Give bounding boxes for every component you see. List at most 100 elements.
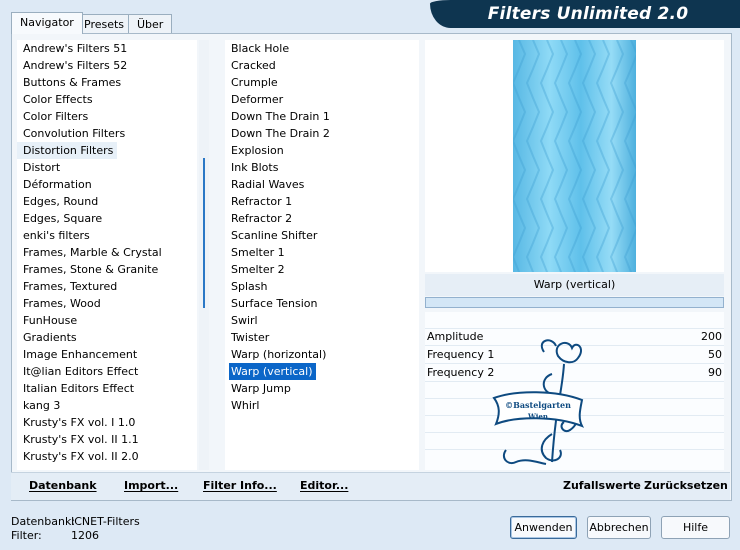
- filter-item-label: Ink Blots: [231, 161, 279, 174]
- filter-item-label: Down The Drain 1: [231, 110, 330, 123]
- category-list-item[interactable]: Convolution Filters: [17, 125, 125, 142]
- tab-uber[interactable]: Über: [128, 14, 173, 33]
- filter-list-item[interactable]: Refractor 2: [225, 210, 292, 227]
- category-list-item[interactable]: Krusty's FX vol. II 2.0: [17, 448, 139, 465]
- filter-list-item[interactable]: Scanline Shifter: [225, 227, 317, 244]
- watermark-text-line1: ©Bastelgarten: [505, 400, 571, 410]
- category-item-label: kang 3: [23, 399, 61, 412]
- filter-list-item[interactable]: Crumple: [225, 74, 278, 91]
- apply-button[interactable]: Anwenden: [510, 516, 577, 539]
- category-item-label: Edges, Square: [23, 212, 103, 225]
- tab-presets[interactable]: Presets: [75, 14, 134, 33]
- filter-info-button[interactable]: Filter Info...: [203, 479, 277, 492]
- category-list-item[interactable]: Image Enhancement: [17, 346, 137, 363]
- category-list-item[interactable]: Buttons & Frames: [17, 74, 121, 91]
- category-list-item[interactable]: Color Effects: [17, 91, 93, 108]
- filter-item-label: Warp Jump: [231, 382, 291, 395]
- category-item-label: FunHouse: [23, 314, 78, 327]
- category-list-item[interactable]: It@lian Editors Effect: [17, 363, 138, 380]
- database-button[interactable]: Datenbank: [29, 479, 97, 492]
- category-list-item[interactable]: Edges, Round: [17, 193, 98, 210]
- param-value[interactable]: 90: [708, 364, 722, 381]
- category-list-item[interactable]: FunHouse: [17, 312, 77, 329]
- filter-item-label: Crumple: [231, 76, 278, 89]
- reset-button[interactable]: Zurücksetzen: [644, 479, 728, 492]
- category-item-label: Andrew's Filters 52: [23, 59, 128, 72]
- filter-list-item[interactable]: Twister: [225, 329, 269, 346]
- filter-list-item[interactable]: Explosion: [225, 142, 284, 159]
- category-scrollbar-thumb[interactable]: [203, 158, 205, 308]
- filter-item-label: Scanline Shifter: [231, 229, 318, 242]
- filter-list-item[interactable]: Surface Tension: [225, 295, 317, 312]
- filter-list-item[interactable]: Swirl: [225, 312, 258, 329]
- filter-item-label: Cracked: [231, 59, 276, 72]
- category-item-label: Gradients: [23, 331, 77, 344]
- filter-list-item[interactable]: Warp (horizontal): [225, 346, 326, 363]
- category-list-item[interactable]: Distortion Filters: [17, 142, 118, 159]
- param-label: Frequency 2: [427, 366, 495, 379]
- category-item-label: Color Filters: [23, 110, 89, 123]
- category-list-item[interactable]: Frames, Wood: [17, 295, 101, 312]
- random-values-button[interactable]: Zufallswerte: [563, 479, 641, 492]
- filter-list-item[interactable]: Whirl: [225, 397, 259, 414]
- filter-list-item[interactable]: Warp Jump: [225, 380, 291, 397]
- filter-list-item[interactable]: Black Hole: [225, 40, 289, 57]
- category-item-label: Krusty's FX vol. II 1.1: [23, 433, 139, 446]
- category-list-item[interactable]: enki's filters: [17, 227, 90, 244]
- filter-list-item[interactable]: Down The Drain 1: [225, 108, 330, 125]
- param-value[interactable]: 50: [708, 346, 722, 363]
- filter-list-item[interactable]: Deformer: [225, 91, 283, 108]
- category-item-label: Déformation: [23, 178, 92, 191]
- filter-list[interactable]: Black Hole Cracked Crumple Deformer Down The…: [225, 40, 419, 470]
- preview-image[interactable]: [513, 40, 636, 272]
- import-button[interactable]: Import...: [124, 479, 178, 492]
- category-item-label: Frames, Stone & Granite: [23, 263, 159, 276]
- filter-list-item[interactable]: Smelter 1: [225, 244, 285, 261]
- category-list-item[interactable]: Italian Editors Effect: [17, 380, 134, 397]
- filter-list-item[interactable]: Down The Drain 2: [225, 125, 330, 142]
- filter-list-item[interactable]: Refractor 1: [225, 193, 292, 210]
- filter-item-label: Explosion: [231, 144, 284, 157]
- category-item-label: Distort: [23, 161, 61, 174]
- category-list-item[interactable]: Andrew's Filters 52: [17, 57, 127, 74]
- help-button[interactable]: Hilfe: [661, 516, 730, 539]
- category-list[interactable]: Andrew's Filters 51 Andrew's Filters 52 Bu…: [17, 40, 197, 470]
- filter-item-label: Deformer: [231, 93, 284, 106]
- filter-item-label: Smelter 2: [231, 263, 285, 276]
- category-list-item[interactable]: Frames, Textured: [17, 278, 117, 295]
- filter-item-label: Splash: [231, 280, 268, 293]
- category-item-label: Italian Editors Effect: [23, 382, 135, 395]
- tab-navigator[interactable]: Navigator: [11, 12, 83, 34]
- category-list-item[interactable]: Edges, Square: [17, 210, 102, 227]
- category-list-item[interactable]: Color Filters: [17, 108, 88, 125]
- filter-list-item[interactable]: Ink Blots: [225, 159, 278, 176]
- editor-button[interactable]: Editor...: [300, 479, 348, 492]
- cancel-button[interactable]: Abbrechen: [587, 516, 651, 539]
- category-list-item[interactable]: Distort: [17, 159, 60, 176]
- category-list-item[interactable]: Frames, Marble & Crystal: [17, 244, 162, 261]
- filter-list-item[interactable]: Warp (vertical): [229, 363, 316, 380]
- filter-list-item[interactable]: Cracked: [225, 57, 276, 74]
- category-list-item[interactable]: Krusty's FX vol. I 1.0: [17, 414, 135, 431]
- filter-item-label: Black Hole: [231, 42, 290, 55]
- status-filter-label: Filter:: [11, 529, 42, 542]
- preview-filter-name: Warp (vertical): [425, 274, 724, 296]
- category-list-item[interactable]: kang 3: [17, 397, 60, 414]
- category-item-label: Convolution Filters: [23, 127, 126, 140]
- category-item-label: enki's filters: [23, 229, 90, 242]
- category-item-label: Buttons & Frames: [23, 76, 122, 89]
- param-value[interactable]: 200: [701, 328, 722, 345]
- filter-item-label: Refractor 1: [231, 195, 293, 208]
- filter-item-label: Warp (vertical): [231, 365, 313, 378]
- category-list-item[interactable]: Andrew's Filters 51: [17, 40, 127, 57]
- filter-list-item[interactable]: Splash: [225, 278, 267, 295]
- category-item-label: Frames, Marble & Crystal: [23, 246, 162, 259]
- category-list-item[interactable]: Déformation: [17, 176, 92, 193]
- category-item-label: Andrew's Filters 51: [23, 42, 128, 55]
- category-list-item[interactable]: Gradients: [17, 329, 77, 346]
- filter-list-item[interactable]: Radial Waves: [225, 176, 304, 193]
- category-list-item[interactable]: Frames, Stone & Granite: [17, 261, 158, 278]
- filter-list-item[interactable]: Smelter 2: [225, 261, 285, 278]
- status-filter-count: 1206: [71, 529, 99, 542]
- category-list-item[interactable]: Krusty's FX vol. II 1.1: [17, 431, 139, 448]
